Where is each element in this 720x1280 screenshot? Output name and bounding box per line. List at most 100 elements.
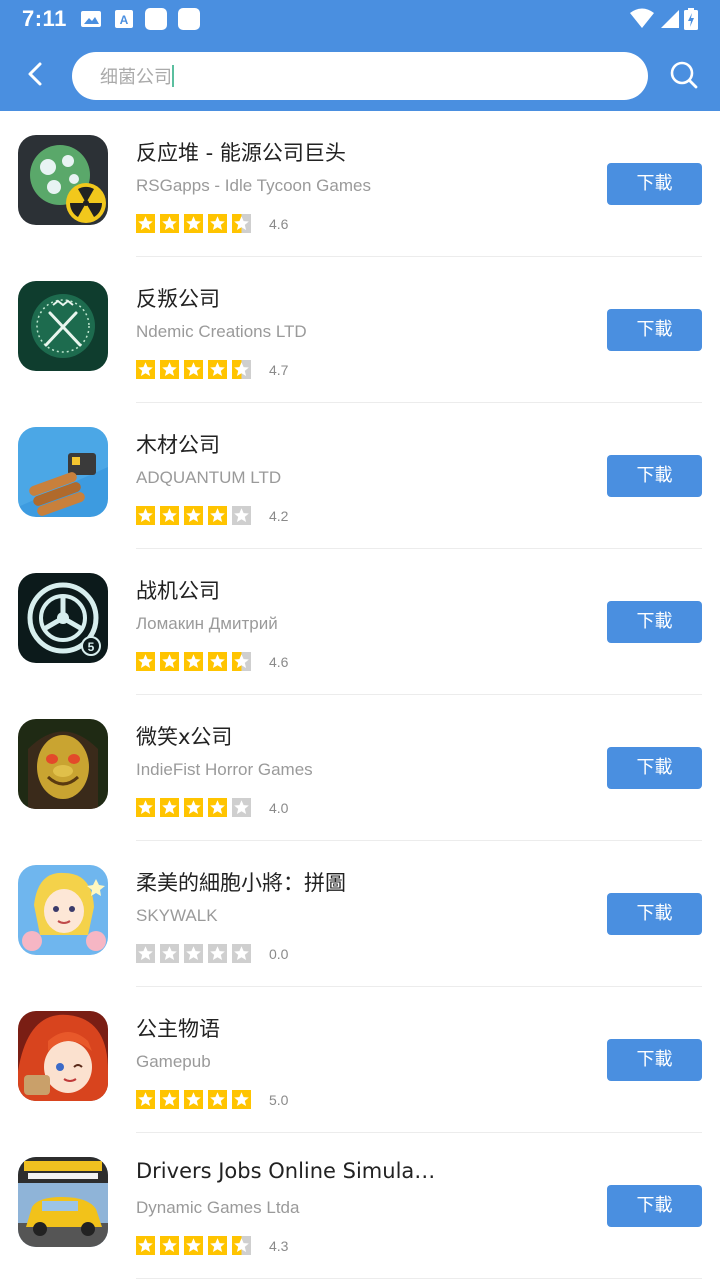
- star-filled-icon: [208, 1236, 227, 1255]
- star-filled-icon: [136, 1090, 155, 1109]
- star-empty-icon: [184, 944, 203, 963]
- download-button[interactable]: 下載: [607, 1039, 702, 1081]
- rebel-inc-icon: [18, 281, 108, 371]
- cell-signal-icon: [661, 10, 679, 28]
- star-filled-icon: [160, 360, 179, 379]
- app-developer: Gamepub: [136, 1052, 211, 1071]
- download-button[interactable]: 下載: [607, 1185, 702, 1227]
- rating-value: 4.7: [269, 362, 289, 378]
- star-empty-icon: [208, 944, 227, 963]
- star-rating: [136, 360, 256, 380]
- app-title: 木材公司: [136, 433, 220, 457]
- app-developer: Dynamic Games Ltda: [136, 1198, 300, 1217]
- star-filled-icon: [160, 1236, 179, 1255]
- star-half-icon: [232, 1236, 251, 1255]
- status-time: 7:11: [22, 6, 67, 31]
- rating-value: 4.6: [269, 216, 289, 232]
- star-rating: [136, 798, 256, 818]
- app-developer: Ndemic Creations LTD: [136, 322, 307, 341]
- star-filled-icon: [208, 652, 227, 671]
- lumber-inc-icon: [18, 427, 108, 517]
- star-filled-icon: [136, 214, 155, 233]
- app-developer: SKYWALK: [136, 906, 218, 925]
- star-filled-icon: [184, 214, 203, 233]
- image-notification-icon: [81, 11, 101, 27]
- list-item[interactable]: 微笑x公司 IndieFist Horror Games 4.0 下載: [0, 695, 720, 841]
- star-filled-icon: [136, 798, 155, 817]
- star-filled-icon: [208, 1090, 227, 1109]
- cells-puzzle-icon: [18, 865, 108, 955]
- app-title: 公主物语: [136, 1017, 220, 1041]
- app-title: 柔美的細胞小將：拼圖: [136, 871, 346, 895]
- search-header: 细菌公司: [0, 37, 720, 111]
- divider: [136, 1278, 702, 1279]
- star-half-icon: [232, 214, 251, 233]
- star-rating: [136, 1236, 256, 1256]
- list-item[interactable]: 柔美的細胞小將：拼圖 SKYWALK 0.0 下載: [0, 841, 720, 987]
- star-filled-icon: [232, 1090, 251, 1109]
- app-title: 反应堆 - 能源公司巨头: [136, 141, 346, 165]
- star-filled-icon: [136, 1236, 155, 1255]
- text-cursor: [172, 65, 174, 87]
- star-empty-icon: [136, 944, 155, 963]
- search-input[interactable]: 细菌公司: [72, 52, 648, 100]
- list-item[interactable]: 公主物语 Gamepub 5.0 下載: [0, 987, 720, 1133]
- star-filled-icon: [184, 360, 203, 379]
- star-empty-icon: [232, 798, 251, 817]
- app-developer: IndieFist Horror Games: [136, 760, 313, 779]
- svg-text:5: 5: [88, 640, 95, 654]
- list-item[interactable]: 木材公司 ADQUANTUM LTD 4.2 下載: [0, 403, 720, 549]
- app-notification-icon: [178, 8, 200, 30]
- star-filled-icon: [136, 652, 155, 671]
- text-notification-icon: A: [115, 10, 133, 28]
- download-button[interactable]: 下載: [607, 163, 702, 205]
- download-button[interactable]: 下載: [607, 455, 702, 497]
- battery-icon: [684, 8, 698, 30]
- star-filled-icon: [184, 506, 203, 525]
- rating-value: 0.0: [269, 946, 289, 962]
- star-rating: [136, 1090, 256, 1110]
- star-empty-icon: [232, 506, 251, 525]
- star-half-icon: [232, 360, 251, 379]
- download-button[interactable]: 下載: [607, 309, 702, 351]
- app-title: 微笑x公司: [136, 725, 233, 749]
- star-rating: [136, 506, 256, 526]
- app-title: 战机公司: [136, 579, 220, 603]
- rating-value: 5.0: [269, 1092, 289, 1108]
- list-item[interactable]: Drivers Jobs Online Simulat… Dynamic Gam…: [0, 1133, 720, 1279]
- star-empty-icon: [232, 944, 251, 963]
- svg-text:A: A: [120, 13, 129, 27]
- app-developer: RSGapps - Idle Tycoon Games: [136, 176, 371, 195]
- search-results-list: 反应堆 - 能源公司巨头 RSGapps - Idle Tycoon Games…: [0, 111, 720, 1279]
- app-developer: ADQUANTUM LTD: [136, 468, 282, 487]
- star-filled-icon: [208, 798, 227, 817]
- list-item[interactable]: 反叛公司 Ndemic Creations LTD 4.7 下載: [0, 257, 720, 403]
- reactor-game-icon: [18, 135, 108, 225]
- star-half-icon: [232, 652, 251, 671]
- star-filled-icon: [184, 1236, 203, 1255]
- star-filled-icon: [160, 798, 179, 817]
- star-filled-icon: [184, 652, 203, 671]
- star-filled-icon: [208, 214, 227, 233]
- rating-value: 4.3: [269, 1238, 289, 1254]
- wifi-icon: [630, 8, 654, 28]
- app-notification-icon: [145, 8, 167, 30]
- star-filled-icon: [184, 798, 203, 817]
- star-filled-icon: [160, 1090, 179, 1109]
- download-button[interactable]: 下載: [607, 601, 702, 643]
- rating-value: 4.0: [269, 800, 289, 816]
- search-icon[interactable]: [664, 53, 704, 97]
- search-query-text: 细菌公司: [100, 67, 172, 88]
- smiling-x-icon: [18, 719, 108, 809]
- list-item[interactable]: 反应堆 - 能源公司巨头 RSGapps - Idle Tycoon Games…: [0, 111, 720, 257]
- star-filled-icon: [208, 360, 227, 379]
- rating-value: 4.6: [269, 654, 289, 670]
- download-button[interactable]: 下載: [607, 747, 702, 789]
- list-item[interactable]: 5 战机公司 Ломакин Дмитрий 4.6 下載: [0, 549, 720, 695]
- back-icon[interactable]: [16, 52, 56, 96]
- star-filled-icon: [160, 652, 179, 671]
- app-developer: Ломакин Дмитрий: [136, 614, 278, 633]
- download-button[interactable]: 下載: [607, 893, 702, 935]
- star-filled-icon: [184, 1090, 203, 1109]
- star-rating: [136, 652, 256, 672]
